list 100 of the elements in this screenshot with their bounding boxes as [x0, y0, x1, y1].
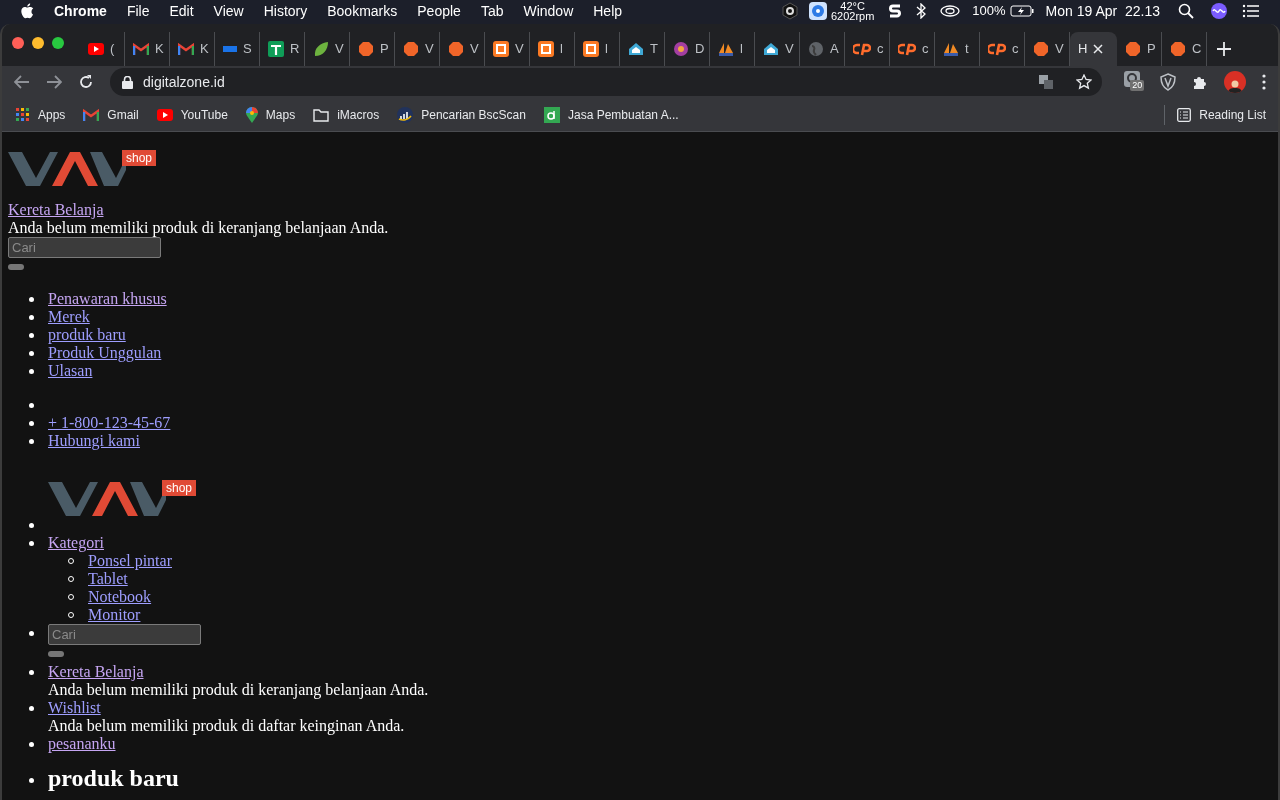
bullet-icon — [29, 297, 34, 302]
square-icon — [583, 41, 599, 57]
sail-icon — [943, 41, 959, 57]
bullet-icon — [29, 403, 34, 408]
puzzle-icon — [1192, 74, 1209, 90]
orders-link[interactable]: pesananku — [48, 735, 116, 753]
octagon-icon — [1170, 41, 1186, 57]
search-button[interactable] — [8, 264, 24, 270]
swoosh-icon — [898, 42, 916, 56]
url-text: digitalzone.id — [143, 72, 226, 92]
menu-link[interactable]: produk baru — [48, 326, 126, 344]
menu-item[interactable]: Bookmarks — [327, 0, 398, 22]
bookmark-item[interactable]: iMacros — [313, 102, 380, 127]
contact-link[interactable]: Hubungi kami — [48, 432, 140, 450]
lock-icon — [122, 75, 133, 89]
reading-list-button[interactable]: Reading List — [1177, 105, 1266, 124]
wishlist-message: Anda belum memiliki produk di daftar keinginan Anda. — [48, 717, 405, 735]
search-icon — [1178, 3, 1194, 19]
category-link[interactable]: Tablet — [88, 570, 128, 588]
battery-percentage: 100% — [972, 2, 1006, 21]
logo-icon — [8, 152, 126, 186]
bullet-icon — [29, 541, 34, 546]
category-link[interactable]: Ponsel pintar — [88, 552, 172, 570]
bullet-icon — [29, 631, 34, 636]
siri-icon — [1210, 2, 1228, 20]
avatar[interactable] — [1224, 71, 1246, 93]
address-bar[interactable]: digitalzone.id — [110, 68, 1103, 96]
control-center-icon — [1242, 4, 1260, 18]
s-shape-icon — [888, 3, 903, 19]
bookmark-item[interactable]: Gmail — [83, 102, 139, 127]
search-field[interactable]: Cari — [48, 624, 201, 645]
globe-icon — [808, 41, 824, 57]
logo-tag: shop — [122, 150, 157, 166]
app-menu[interactable]: Chrome — [54, 0, 107, 22]
square-icon — [493, 41, 509, 57]
search-field[interactable]: Cari — [8, 237, 161, 258]
bookmark-item[interactable]: Jasa Pembuatan A... — [543, 102, 679, 127]
contact-link[interactable]: + 1-800-123-45-67 — [48, 414, 171, 432]
category-link[interactable]: Kategori — [48, 534, 104, 552]
close-window-button[interactable] — [12, 37, 24, 49]
bookmark-item[interactable]: Maps — [245, 102, 296, 127]
cart-message: Anda belum memiliki produk di keranjang belanjaan Anda. — [8, 219, 389, 237]
sheet-icon — [268, 41, 284, 57]
search-button[interactable] — [48, 651, 64, 657]
bullet-icon — [29, 742, 34, 747]
house-icon — [628, 41, 644, 57]
swoosh-icon — [853, 42, 871, 56]
logo-tag: shop — [162, 480, 197, 496]
bookmark-item[interactable]: Pencarian BscScan — [397, 102, 526, 127]
sail-icon — [718, 41, 734, 57]
minimize-window-button[interactable] — [32, 37, 44, 49]
octagon-icon — [358, 41, 374, 57]
apple-logo-icon — [20, 3, 34, 19]
menu-link[interactable]: Penawaran khusus — [48, 290, 167, 308]
menu-item[interactable]: Window — [523, 0, 574, 22]
menu-item[interactable]: View — [213, 0, 244, 22]
fan-speed-reading: 6202rpm — [830, 11, 875, 21]
mail-icon — [178, 43, 194, 55]
letter-tile-icon — [543, 106, 560, 123]
menu-item[interactable]: History — [263, 0, 308, 22]
bookmark-item[interactable]: Apps — [16, 102, 66, 127]
grid-icon — [16, 107, 30, 122]
bullet-icon — [29, 351, 34, 356]
close-icon — [1093, 44, 1104, 54]
forward-icon — [46, 75, 62, 89]
logo-icon — [48, 482, 166, 516]
play-icon — [88, 43, 104, 55]
zoom-window-button[interactable] — [52, 37, 64, 49]
menu-item[interactable]: Edit — [169, 0, 194, 22]
fan-icon — [808, 2, 827, 20]
section-heading: produk baru — [48, 765, 179, 791]
battery-charging-icon — [1009, 5, 1034, 17]
menu-link[interactable]: Ulasan — [48, 362, 93, 380]
category-link[interactable]: Monitor — [88, 606, 141, 624]
menu-link[interactable]: Produk Unggulan — [48, 344, 162, 362]
map-pin-icon — [245, 106, 258, 123]
category-link[interactable]: Notebook — [88, 588, 152, 606]
square-icon — [538, 41, 554, 57]
menu-link[interactable]: Merek — [48, 308, 90, 326]
bullet-icon — [29, 523, 34, 528]
mail-icon — [133, 43, 149, 55]
bluetooth-icon — [916, 3, 927, 19]
bullet-icon — [29, 778, 34, 783]
menu-item[interactable]: Help — [593, 0, 623, 22]
temperature-reading: 42°C — [840, 1, 865, 11]
menu-item[interactable]: People — [417, 0, 461, 22]
count-badge: 20 — [1130, 80, 1145, 91]
bullet-icon — [29, 439, 34, 444]
wishlist-link[interactable]: Wishlist — [48, 699, 101, 717]
house-icon — [763, 41, 779, 57]
cart-link[interactable]: Kereta Belanja — [8, 201, 104, 219]
cart-link[interactable]: Kereta Belanja — [48, 663, 144, 681]
cart-message: Anda belum memiliki produk di keranjang belanjaan Anda. — [48, 681, 429, 699]
browser-tab[interactable]: H — [1070, 32, 1117, 66]
bookmark-item[interactable]: YouTube — [156, 102, 228, 127]
menu-item[interactable]: File — [126, 0, 150, 22]
octagon-icon — [1125, 41, 1141, 57]
flower-icon — [673, 41, 689, 57]
translate-icon — [1038, 74, 1055, 90]
menu-item[interactable]: Tab — [480, 0, 504, 22]
